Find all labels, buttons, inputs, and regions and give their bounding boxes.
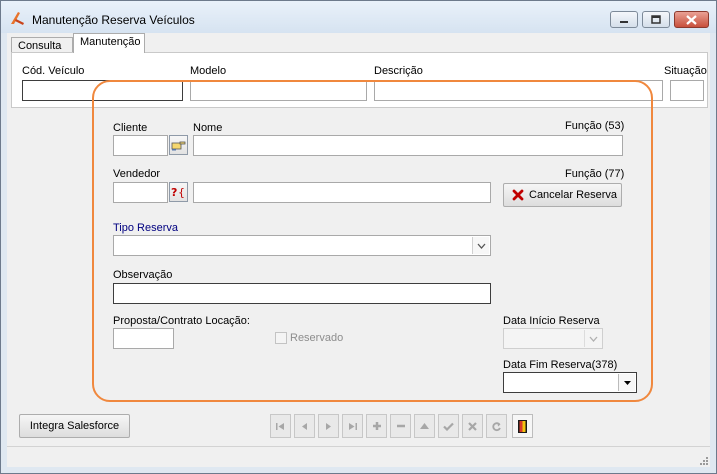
tab-manutencao[interactable]: Manutenção <box>73 33 145 53</box>
resize-grip-icon[interactable] <box>698 455 708 465</box>
tipo-reserva-select[interactable] <box>113 235 491 256</box>
data-inicio-label: Data Início Reserva <box>503 315 600 327</box>
refresh-record-button[interactable] <box>486 414 507 438</box>
cancelar-reserva-button[interactable]: Cancelar Reserva <box>503 183 622 207</box>
situacao-label: Situação <box>664 65 707 77</box>
app-logo-icon <box>9 10 25 29</box>
question-lookup-icon: ?{ <box>171 186 185 199</box>
svg-text:?: ? <box>171 186 177 199</box>
cancel-record-button[interactable] <box>462 414 483 438</box>
nome-label: Nome <box>193 122 223 134</box>
x-icon <box>468 421 477 431</box>
next-record-button[interactable] <box>318 414 339 438</box>
data-inicio-picker[interactable] <box>503 328 603 349</box>
vendedor-nome-field[interactable] <box>193 182 491 203</box>
previous-record-button[interactable] <box>294 414 315 438</box>
last-record-icon <box>349 422 357 430</box>
cod-veiculo-label: Cód. Veículo <box>22 65 85 77</box>
proposta-contrato-field[interactable] <box>113 328 174 349</box>
observacao-field[interactable] <box>113 283 491 304</box>
funcao-53-label: Função (53) <box>565 120 625 132</box>
close-icon <box>686 14 697 25</box>
triangle-up-icon <box>420 423 429 429</box>
cliente-lookup-button[interactable] <box>169 135 188 155</box>
chevron-down-icon <box>477 243 485 249</box>
integra-salesforce-label: Integra Salesforce <box>29 420 120 432</box>
vendedor-field[interactable] <box>113 182 168 203</box>
triangle-down-icon <box>623 380 631 385</box>
tipo-reserva-dropdown-arrow[interactable] <box>472 237 489 254</box>
chevron-down-icon <box>589 336 597 342</box>
app-window: Manutenção Reserva Veículos Consulta Man… <box>0 0 717 474</box>
data-fim-dropdown-arrow[interactable] <box>618 374 635 391</box>
situacao-field[interactable] <box>670 80 704 101</box>
plus-icon <box>372 422 381 430</box>
title-bar: Manutenção Reserva Veículos <box>1 1 716 33</box>
previous-record-icon <box>302 422 307 430</box>
vendedor-search-button[interactable]: ?{ <box>169 182 188 202</box>
tab-manutencao-label: Manutenção <box>80 36 141 48</box>
data-inicio-dropdown-arrow[interactable] <box>584 330 601 347</box>
data-fim-picker[interactable] <box>503 372 637 393</box>
status-bar <box>7 446 710 467</box>
nome-field[interactable] <box>193 135 623 156</box>
reservado-checkbox[interactable] <box>275 332 287 344</box>
check-icon <box>443 422 454 431</box>
first-record-button[interactable] <box>270 414 291 438</box>
minimize-button[interactable] <box>610 11 638 28</box>
cliente-field[interactable] <box>113 135 168 156</box>
close-button[interactable] <box>674 11 709 28</box>
pointing-hand-icon <box>171 141 186 151</box>
data-fim-label: Data Fim Reserva(378) <box>503 359 618 371</box>
post-record-button[interactable] <box>438 414 459 438</box>
reservado-label: Reservado <box>290 332 344 344</box>
proposta-contrato-label: Proposta/Contrato Locação: <box>113 315 250 327</box>
maximize-button[interactable] <box>642 11 670 28</box>
next-record-icon <box>326 422 331 430</box>
modelo-label: Modelo <box>190 65 227 77</box>
tab-consulta-label: Consulta <box>18 40 62 52</box>
cliente-label: Cliente <box>113 122 148 134</box>
red-x-icon <box>512 189 524 201</box>
window-title: Manutenção Reserva Veículos <box>32 13 195 27</box>
integra-salesforce-button[interactable]: Integra Salesforce <box>19 414 130 438</box>
first-record-icon <box>276 422 284 430</box>
refresh-icon <box>492 421 501 431</box>
exit-button[interactable] <box>512 414 533 438</box>
observacao-label: Observação <box>113 269 173 281</box>
edit-record-button[interactable] <box>414 414 435 438</box>
tipo-reserva-label: Tipo Reserva <box>113 222 179 234</box>
svg-text:{: { <box>178 186 185 199</box>
tab-consulta[interactable]: Consulta <box>11 37 73 53</box>
vendedor-label: Vendedor <box>113 168 161 180</box>
minimize-icon <box>620 20 628 23</box>
descricao-label: Descrição <box>374 65 423 77</box>
maximize-icon <box>651 15 661 24</box>
funcao-77-label: Função (77) <box>565 168 625 180</box>
exit-door-icon <box>518 419 527 433</box>
delete-record-button[interactable] <box>390 414 411 438</box>
last-record-button[interactable] <box>342 414 363 438</box>
cancelar-reserva-label: Cancelar Reserva <box>529 189 618 201</box>
minus-icon <box>396 424 405 428</box>
insert-record-button[interactable] <box>366 414 387 438</box>
